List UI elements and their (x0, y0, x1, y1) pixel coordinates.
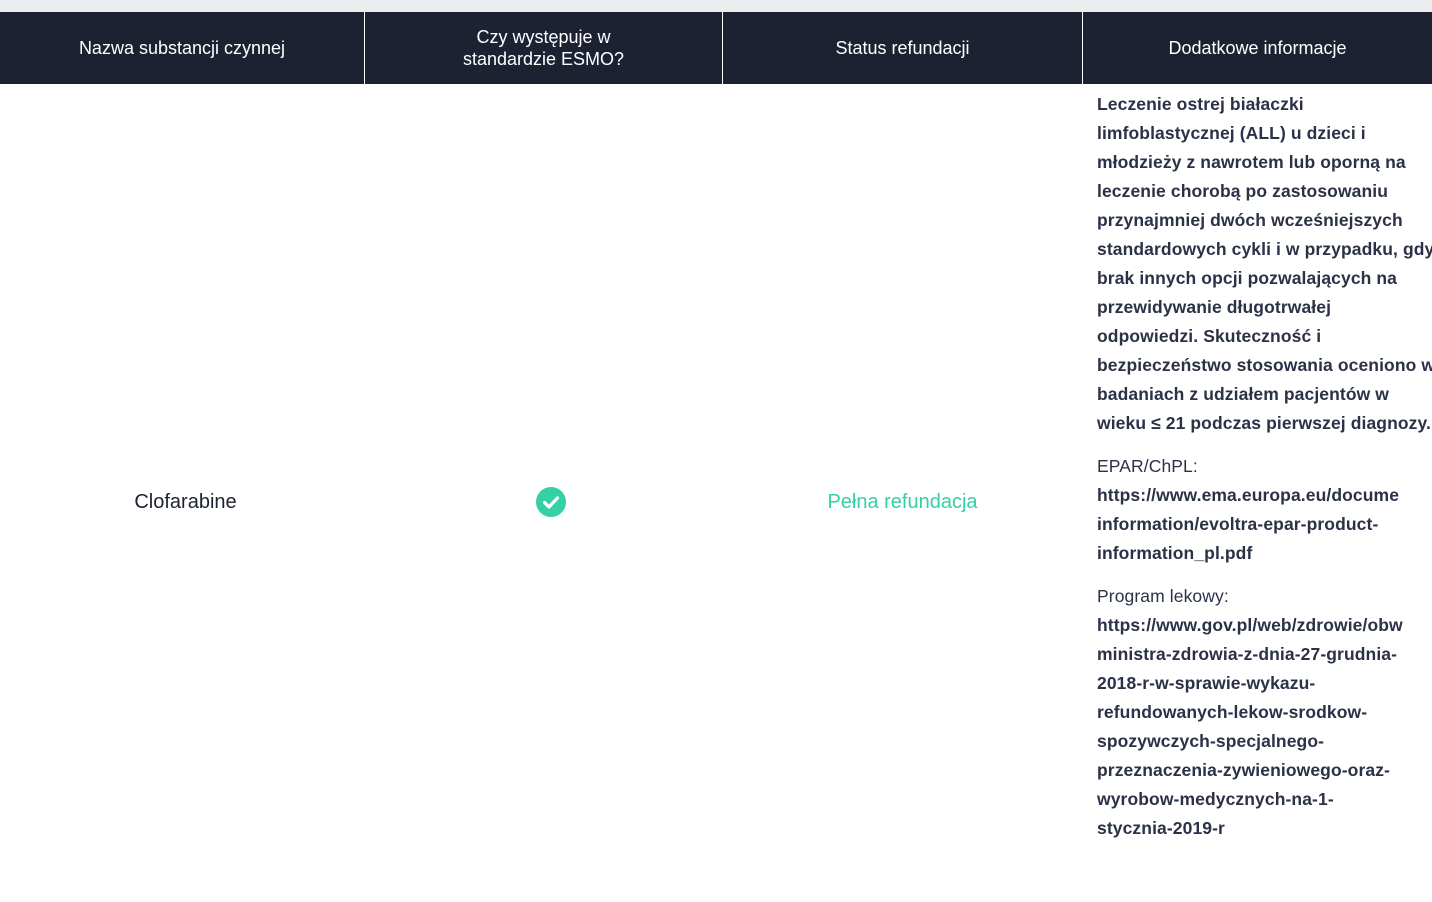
refund-status: Pełna refundacja (827, 490, 978, 513)
epar-section: EPAR/ChPL: https://www.ema.europa.eu/doc… (1097, 452, 1432, 568)
indication-description: Leczenie ostrej białaczki limfoblastyczn… (1097, 94, 1432, 433)
header-esmo: Czy występuje w standardzie ESMO? (364, 12, 723, 84)
esmo-cell (371, 84, 730, 902)
epar-label: EPAR/ChPL: (1097, 456, 1198, 476)
substance-name: Clofarabine (134, 490, 237, 513)
header-substance-name: Nazwa substancji czynnej (78, 38, 286, 58)
check-circle-icon (535, 487, 566, 517)
header-additional-info: Dodatkowe informacje (1082, 12, 1432, 84)
epar-link[interactable]: https://www.ema.europa.eu/docume informa… (1097, 481, 1432, 568)
page: Nazwa substancji czynnej Czy występuje w… (0, 0, 1432, 902)
top-strip (0, 0, 1432, 12)
additional-info: Leczenie ostrej białaczki limfoblastyczn… (1097, 90, 1432, 857)
header-refund-status: Status refundacji (835, 38, 970, 58)
program-section: Program lekowy: https://www.gov.pl/web/z… (1097, 582, 1432, 843)
program-label: Program lekowy: (1097, 586, 1229, 606)
program-link[interactable]: https://www.gov.pl/web/zdrowie/obw minis… (1097, 611, 1432, 843)
table-row: Clofarabine Pełna refundacja Leczenie os… (0, 84, 1432, 902)
table-header: Nazwa substancji czynnej Czy występuje w… (0, 12, 1432, 84)
